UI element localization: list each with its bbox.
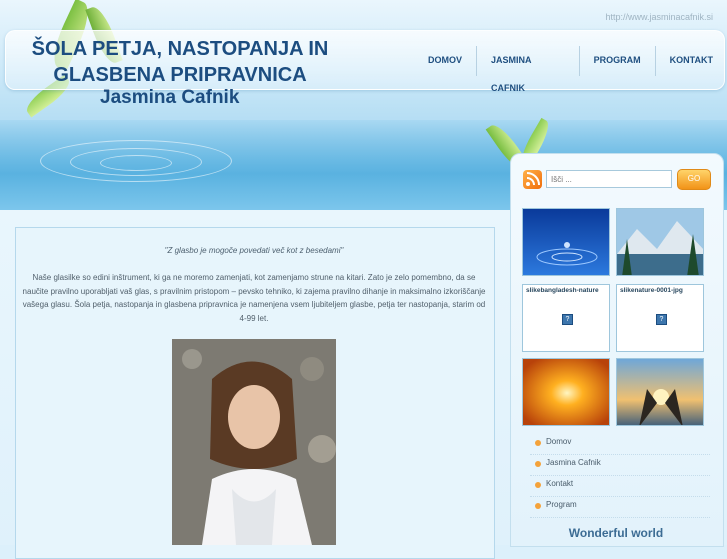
portrait-photo: [172, 339, 336, 545]
intro-paragraph: Naše glasilke so edini inštrument, ki ga…: [22, 273, 486, 323]
portrait-illustration: [172, 339, 336, 545]
gallery-thumb-water-drop[interactable]: [522, 208, 610, 276]
bullet-icon: [535, 482, 541, 488]
water-drop-image: [523, 209, 609, 275]
broken-image-icon: ?: [562, 314, 573, 325]
water-ripple: [100, 155, 172, 171]
gallery-thumb-sunset[interactable]: [522, 358, 610, 426]
sunset-image: [523, 359, 609, 425]
go-button[interactable]: GO: [677, 169, 711, 190]
sidebar-link-kontakt[interactable]: Kontakt: [530, 476, 710, 497]
nav-item-kontakt[interactable]: KONTAKT: [656, 46, 727, 76]
nav-item-program[interactable]: PROGRAM: [580, 46, 656, 76]
hands-sun-image: [617, 359, 703, 425]
site-title-line2: GLASBENA PRIPRAVNICA: [53, 64, 307, 86]
sidebar-link-label: Kontakt: [546, 479, 574, 488]
site-title-line1: ŠOLA PETJA, NASTOPANJA IN: [31, 38, 329, 60]
site-url: http://www.jasminacafnik.si: [605, 12, 713, 22]
main-nav: DOMOV JASMINA CAFNIK PROGRAM KONTAKT: [414, 46, 727, 93]
bullet-icon: [535, 461, 541, 467]
sidebar-link-program[interactable]: Program: [530, 497, 710, 518]
gallery-thumb-mountain-lake[interactable]: [616, 208, 704, 276]
mountain-lake-image: [617, 209, 703, 275]
nav-item-jasmina-cafnik[interactable]: JASMINA CAFNIK: [477, 46, 580, 93]
rss-glyph: [526, 172, 540, 186]
broken-image-icon: ?: [656, 314, 667, 325]
nav-item-domov[interactable]: DOMOV: [414, 46, 478, 76]
site-title: ŠOLA PETJA, NASTOPANJA IN GLASBENA PRIPR…: [20, 36, 340, 88]
bullet-icon: [535, 503, 541, 509]
rss-icon[interactable]: [523, 170, 542, 189]
sidebar-link-jasmina-cafnik[interactable]: Jasmina Cafnik: [530, 455, 710, 476]
site-subtitle: Jasmina Cafnik: [100, 87, 240, 108]
sidebar-link-label: Domov: [546, 437, 572, 446]
gallery-thumb-nature[interactable]: slikenature-0001-jpg ?: [616, 284, 704, 352]
gallery-thumb-bangladesh[interactable]: slikebangladesh-nature ?: [522, 284, 610, 352]
sidebar-link-label: Program: [546, 500, 577, 509]
sidebar-section-title: Wonderful world: [568, 526, 664, 540]
search-input[interactable]: [546, 170, 672, 188]
bullet-icon: [535, 440, 541, 446]
quote-text: "Z glasbo je mogoče povedati več kot z b…: [164, 246, 344, 255]
gallery-label: slikebangladesh-nature: [526, 287, 599, 294]
gallery-thumb-hands-sun[interactable]: [616, 358, 704, 426]
sidebar-link-domov[interactable]: Domov: [530, 434, 710, 455]
gallery-label: slikenature-0001-jpg: [620, 287, 683, 294]
sidebar-link-label: Jasmina Cafnik: [546, 458, 601, 467]
